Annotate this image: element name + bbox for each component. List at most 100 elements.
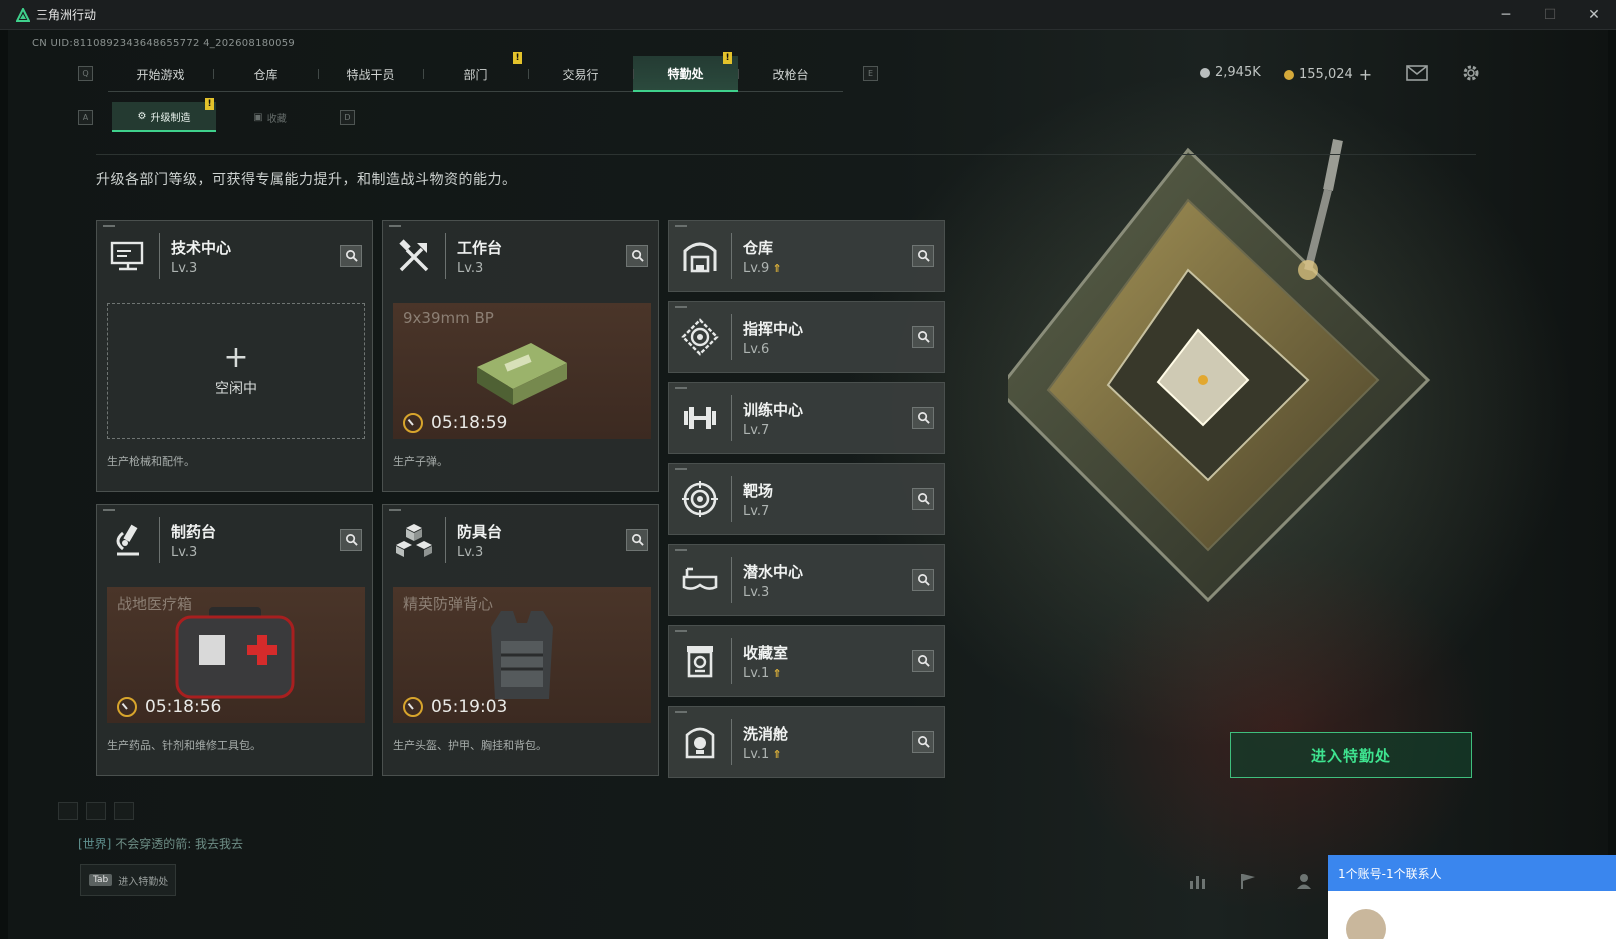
produced-item-name: 战地医疗箱 xyxy=(117,595,193,613)
upgrade-available-icon: ⇑ xyxy=(772,667,782,680)
department-search-button[interactable] xyxy=(912,731,934,753)
department-name: 靶场 xyxy=(743,482,774,500)
department-name: 仓库 xyxy=(743,239,774,257)
facility-card[interactable]: 收藏室 Lv.1 ⇑ xyxy=(668,625,945,697)
friends-button[interactable] xyxy=(1294,870,1318,892)
department-search-button[interactable] xyxy=(912,488,934,510)
idle-production-slot[interactable]: + 空闲中 xyxy=(107,303,365,439)
computer-icon xyxy=(109,237,147,275)
nav-tab-3[interactable]: 部门! xyxy=(423,52,528,92)
department-search-button[interactable] xyxy=(912,407,934,429)
chat-line[interactable]: [世界] 不会穿透的箭: 我去我去 xyxy=(78,835,243,852)
target-icon xyxy=(681,480,719,518)
department-search-button[interactable] xyxy=(912,245,934,267)
main-nav: 开始游戏 仓库 特战干员 部门! 交易行 特勤处! 改枪台 xyxy=(108,52,843,92)
idle-label: 空闲中 xyxy=(215,381,257,397)
subtab-collection-label: 收藏 xyxy=(266,113,287,125)
subtab-upgrade-manufacture[interactable]: ⚙ 升级制造 ! xyxy=(112,98,216,132)
level-text: Lv.6 xyxy=(743,342,770,357)
department-search-button[interactable] xyxy=(626,245,648,267)
timer-value: 05:18:59 xyxy=(431,413,508,433)
maximize-button[interactable]: ☐ xyxy=(1528,0,1572,30)
facility-card[interactable]: 指挥中心 Lv.6 xyxy=(668,301,945,373)
nav-tab-1[interactable]: 仓库 xyxy=(213,56,318,92)
close-button[interactable]: ✕ xyxy=(1572,0,1616,30)
department-search-button[interactable] xyxy=(912,650,934,672)
card-header: 技术中心 Lv.3 xyxy=(97,221,372,291)
department-search-button[interactable] xyxy=(912,569,934,591)
microscope-icon xyxy=(109,521,147,559)
production-description: 生产子弹。 xyxy=(393,455,448,468)
facility-card[interactable]: 靶场 Lv.7 xyxy=(668,463,945,535)
nav-tab-0[interactable]: 开始游戏 xyxy=(108,56,213,92)
department-name: 潜水中心 xyxy=(743,563,804,581)
stats-button[interactable] xyxy=(1186,870,1210,892)
gold-coin-icon xyxy=(1284,69,1294,80)
settings-button[interactable] xyxy=(1460,63,1482,83)
search-icon xyxy=(917,652,930,671)
subtab-prev-key-hint: A xyxy=(78,110,93,125)
search-icon xyxy=(917,571,930,590)
flag-button[interactable] xyxy=(1236,870,1260,892)
department-level: Lv.3 xyxy=(457,261,483,276)
add-currency-button[interactable]: + xyxy=(1359,65,1372,84)
notification-text: 1个账号-1个联系人 xyxy=(1328,855,1616,891)
card-corner-tag xyxy=(103,509,115,511)
search-icon xyxy=(345,531,358,550)
level-text: Lv.9 xyxy=(743,261,770,276)
active-production-slot[interactable]: 9x39mm BP 05:18:59 xyxy=(393,303,651,439)
active-production-slot[interactable]: 精英防弹背心 05:19:03 xyxy=(393,587,651,723)
nav-tab-4[interactable]: 交易行 xyxy=(528,56,633,92)
facility-card[interactable]: 仓库 Lv.9 ⇑ xyxy=(668,220,945,292)
card-corner-tag xyxy=(103,225,115,227)
department-level: Lv.9 ⇑ xyxy=(743,261,782,276)
card-corner-tag xyxy=(675,306,687,308)
quick-slot-2[interactable] xyxy=(86,802,106,820)
card-corner-tag xyxy=(389,225,401,227)
upgrade-available-icon: ⇑ xyxy=(772,748,782,761)
gold-currency: 155,024 + xyxy=(1284,65,1372,84)
search-icon xyxy=(917,247,930,266)
card-header: 工作台 Lv.3 xyxy=(383,221,658,291)
nav-tab-label: 特战干员 xyxy=(346,67,395,82)
quick-slot-3[interactable] xyxy=(114,802,134,820)
facility-card[interactable]: 洗消舱 Lv.1 ⇑ xyxy=(668,706,945,778)
department-level: Lv.3 xyxy=(457,545,483,560)
minimize-button[interactable]: ─ xyxy=(1484,0,1528,30)
department-search-button[interactable] xyxy=(912,326,934,348)
facility-card[interactable]: 训练中心 Lv.7 xyxy=(668,382,945,454)
nav-tab-5[interactable]: 特勤处! xyxy=(633,52,738,92)
facility-card[interactable]: 潜水中心 Lv.3 xyxy=(668,544,945,616)
department-name: 训练中心 xyxy=(743,401,804,419)
mail-icon xyxy=(1406,65,1428,81)
department-name: 技术中心 xyxy=(171,239,232,257)
collection-tab-icon: ▣ xyxy=(253,111,263,123)
nav-tab-2[interactable]: 特战干员 xyxy=(318,56,423,92)
level-text: Lv.1 xyxy=(743,747,770,762)
game-viewport: CN UID:8110892343648655772 4_20260818005… xyxy=(8,30,1608,939)
warehouse-icon xyxy=(681,237,719,275)
upgrade-available-icon: ⇑ xyxy=(772,262,782,275)
department-search-button[interactable] xyxy=(340,245,362,267)
production-card: 制药台 Lv.3 战地医疗箱 05:18:56 生产药品、针剂和维修工具包。 xyxy=(96,504,373,776)
department-level: Lv.3 xyxy=(171,545,197,560)
department-search-button[interactable] xyxy=(626,529,648,551)
timer-value: 05:19:03 xyxy=(431,697,508,717)
subtab-collection[interactable]: ▣ 收藏 xyxy=(218,102,322,132)
card-separator xyxy=(445,517,446,563)
card-header: 仓库 Lv.9 ⇑ xyxy=(669,221,944,291)
mail-button[interactable] xyxy=(1406,63,1428,83)
quick-slot-1[interactable] xyxy=(58,802,78,820)
enter-special-ops-button[interactable]: 进入特勤处 xyxy=(1230,732,1472,778)
contact-notification[interactable]: 1个账号-1个联系人 xyxy=(1328,855,1616,939)
active-production-slot[interactable]: 战地医疗箱 05:18:56 xyxy=(107,587,365,723)
header-divider xyxy=(96,154,1476,155)
tab-enter-hint[interactable]: Tab 进入特勤处 xyxy=(80,864,176,896)
card-corner-tag xyxy=(675,468,687,470)
nav-tab-6[interactable]: 改枪台 xyxy=(738,56,843,92)
search-icon xyxy=(631,531,644,550)
department-search-button[interactable] xyxy=(340,529,362,551)
search-icon xyxy=(631,247,644,266)
level-text: Lv.1 xyxy=(743,666,770,681)
chat-channel: [世界] xyxy=(78,837,112,851)
